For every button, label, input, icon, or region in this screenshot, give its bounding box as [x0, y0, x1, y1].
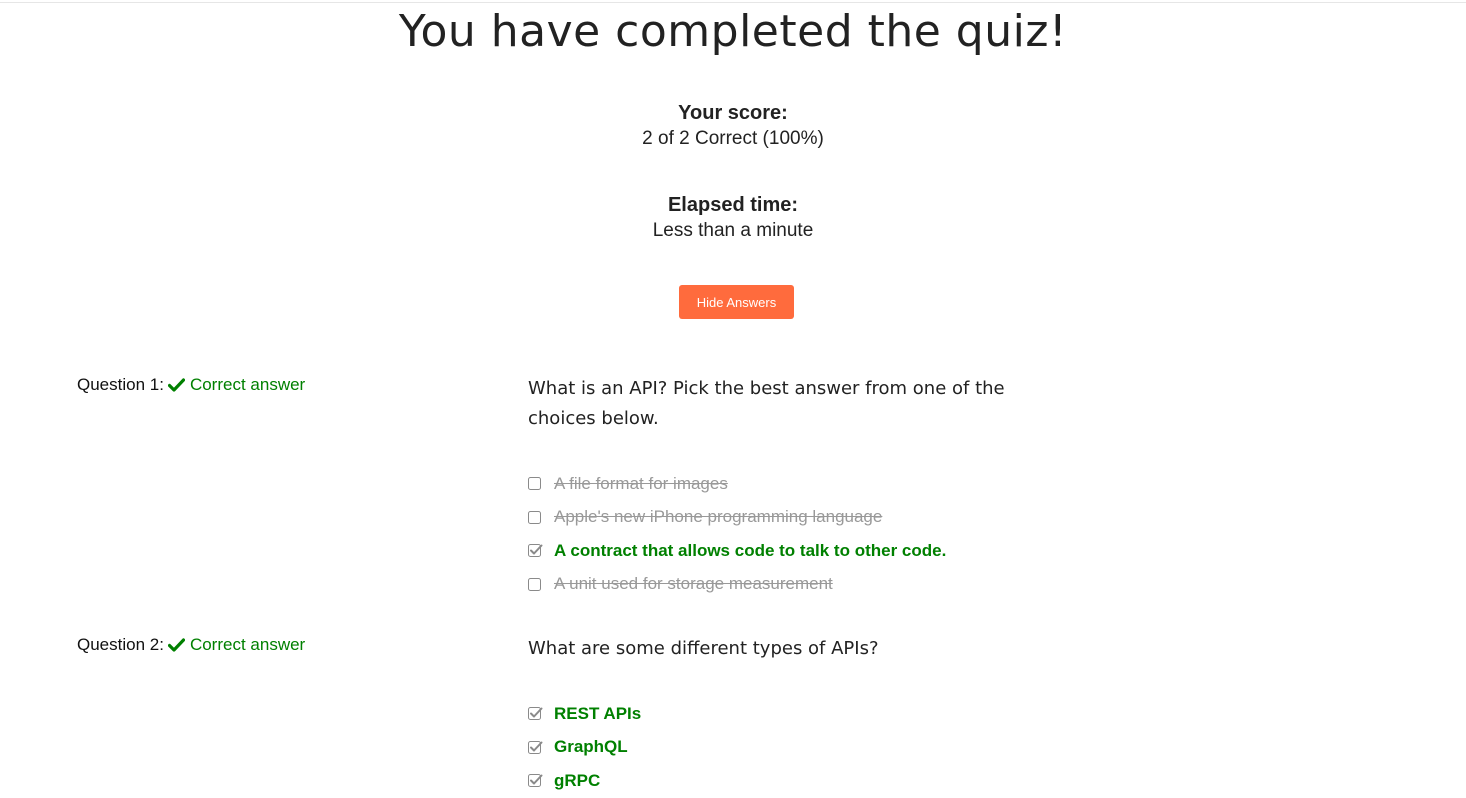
- answer-choice: GraphQL: [528, 731, 641, 765]
- checkbox-checked-icon: [528, 707, 543, 721]
- question-2-choices: REST APIs GraphQL gRPC: [528, 697, 641, 798]
- checkbox-checked-icon: [528, 740, 543, 754]
- checkbox-empty-icon: [528, 477, 541, 491]
- score-block: Your score: 2 of 2 Correct (100%): [0, 100, 1466, 152]
- checkbox-empty-icon: [528, 577, 541, 591]
- top-divider: [0, 2, 1466, 3]
- question-2-header: Question 2: Correct answer: [77, 635, 305, 655]
- checkmark-icon: [167, 378, 185, 392]
- score-value: 2 of 2 Correct (100%): [642, 128, 824, 149]
- elapsed-label: Elapsed time:: [667, 194, 799, 216]
- question-2-text: What are some different types of APIs?: [528, 638, 879, 659]
- answer-choice: A contract that allows code to talk to o…: [528, 534, 946, 568]
- answer-choice: A unit used for storage measurement: [528, 568, 946, 602]
- checkmark-icon: [167, 638, 185, 652]
- elapsed-value: Less than a minute: [652, 220, 814, 241]
- score-label: Your score:: [678, 102, 788, 124]
- answer-choice: REST APIs: [528, 697, 641, 731]
- question-number: Question 2:: [77, 635, 164, 654]
- answer-choice-label: Apple's new iPhone programming language: [554, 507, 883, 527]
- answer-choice-label: A unit used for storage measurement: [554, 574, 833, 594]
- answer-choice: gRPC: [528, 764, 641, 798]
- question-1-text: What is an API? Pick the best answer fro…: [528, 378, 1005, 429]
- answer-choice-label: A file format for images: [554, 473, 728, 493]
- question-status-label: Correct answer: [189, 375, 306, 394]
- question-status-label: Correct answer: [189, 635, 306, 654]
- checkbox-checked-icon: [528, 544, 543, 558]
- answer-choice-label: A contract that allows code to talk to o…: [554, 540, 947, 560]
- answer-choice-label: REST APIs: [554, 703, 642, 723]
- answer-choice: Apple's new iPhone programming language: [528, 501, 946, 535]
- checkbox-checked-icon: [528, 774, 543, 788]
- page-title: You have completed the quiz!: [398, 6, 1068, 57]
- hide-answers-button[interactable]: Hide Answers: [679, 285, 794, 319]
- question-number: Question 1:: [77, 375, 164, 394]
- question-status: Correct answer: [164, 635, 305, 655]
- question-1-header: Question 1: Correct answer: [77, 375, 305, 395]
- checkbox-empty-icon: [528, 510, 541, 524]
- question-1-choices: A file format for images Apple's new iPho…: [528, 467, 946, 601]
- answer-choice-label: gRPC: [554, 770, 601, 790]
- answer-choice: A file format for images: [528, 467, 946, 501]
- answer-choice-label: GraphQL: [554, 737, 628, 757]
- elapsed-block: Elapsed time: Less than a minute: [0, 192, 1466, 244]
- question-status: Correct answer: [164, 375, 305, 395]
